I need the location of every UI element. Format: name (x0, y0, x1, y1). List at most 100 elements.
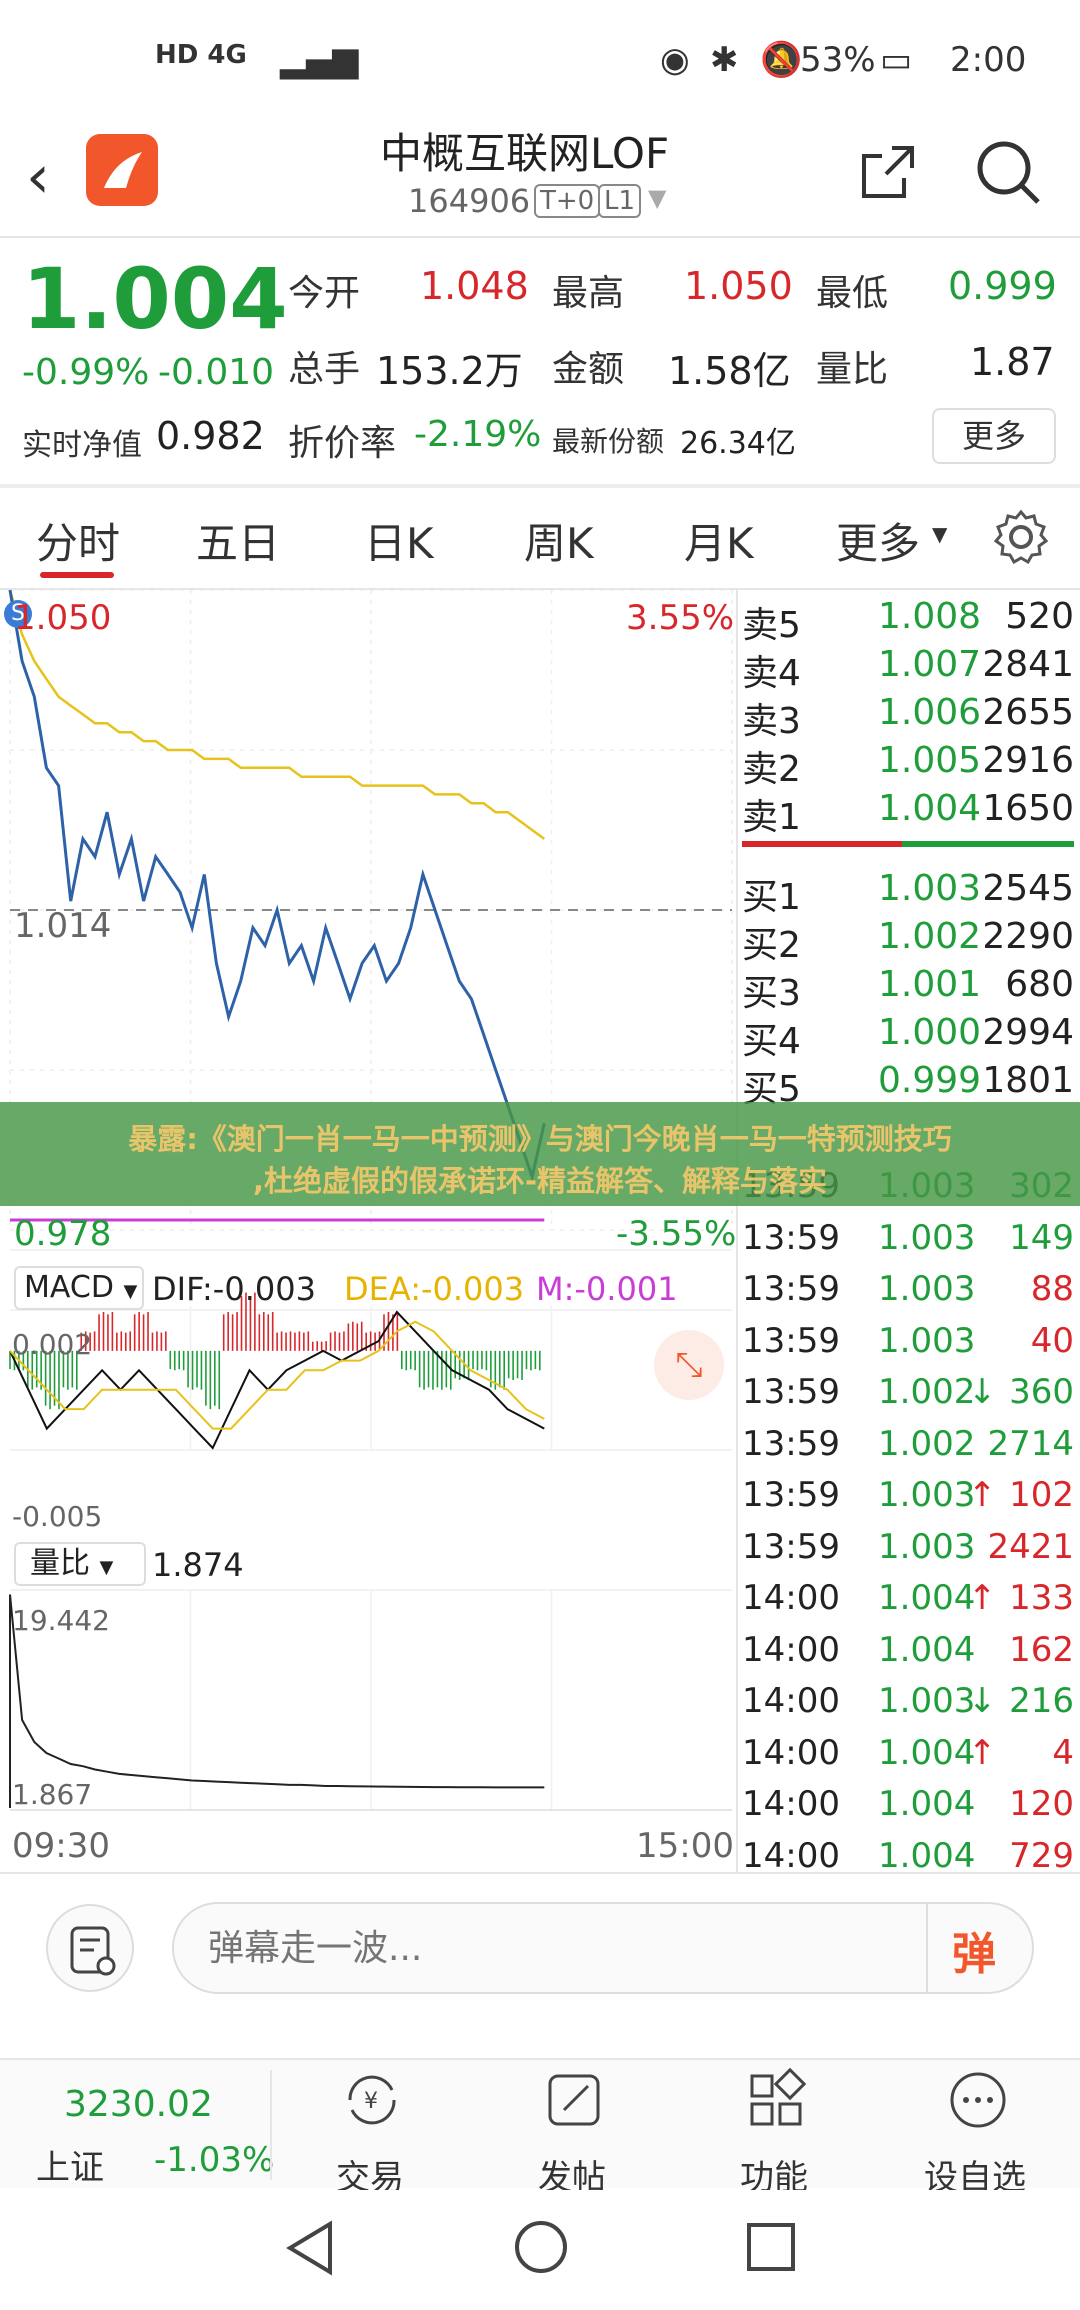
svg-text:¥: ¥ (364, 2089, 378, 2114)
chart-bottom-pct: -3.55% (616, 1214, 737, 1254)
trade-icon[interactable]: ¥ (340, 2068, 404, 2136)
price-line (8, 590, 546, 1183)
bid-price: 0.999 (878, 1060, 982, 1101)
index-value[interactable]: 3230.02 (64, 2084, 213, 2125)
tab-more[interactable]: 更多 (836, 510, 920, 571)
tick-time: 13:59 (742, 1217, 840, 1258)
l1-badge: L1 (598, 184, 642, 218)
danmu-input-box[interactable]: 弹 (172, 1902, 1034, 1994)
macd-bottom-label: -0.005 (12, 1500, 103, 1533)
network-indicator: HD 4G (155, 40, 247, 70)
macd-label: MACD (24, 1270, 114, 1305)
ask-price: 1.008 (878, 596, 982, 637)
battery-icon: ▭ (880, 40, 913, 80)
ratio-label: 量比 (816, 349, 889, 390)
up-arrow-icon: ↑ (968, 1732, 997, 1773)
tick-price: 1.004 (878, 1732, 976, 1773)
search-icon[interactable] (974, 138, 1044, 212)
tick-volume: 4 (1052, 1732, 1074, 1773)
ask-price: 1.006 (878, 692, 982, 733)
shares-label: 最新份额 (552, 425, 665, 458)
up-arrow-icon: ↑ (968, 1475, 997, 1515)
ask-bid-bar-green (902, 841, 1074, 847)
ask-label: 卖3 (742, 701, 801, 742)
title-bar: ‹ 中概互联网LOF 164906 T+0 L1 ▼ (0, 120, 1080, 236)
bid-price: 1.002 (878, 916, 982, 957)
post-icon[interactable] (542, 2068, 606, 2136)
more-button[interactable]: 更多 (932, 408, 1056, 464)
low-value: 0.999 (948, 264, 1057, 308)
ask-label: 卖1 (742, 797, 801, 838)
security-code: 164906 (408, 182, 531, 220)
recents-square-icon[interactable] (744, 2220, 798, 2278)
chevron-down-icon[interactable]: ▼ (648, 184, 666, 212)
expand-icon[interactable]: ⤡ (654, 1330, 724, 1400)
tick-volume: 729 (1009, 1835, 1074, 1876)
banner-line-1: 暴露:《澳门一肖一马一中预测》与澳门今晚肖一马一特预测技巧 (128, 1122, 952, 1156)
tick-price: 1.003 (878, 1681, 976, 1721)
tick-time: 13:59 (742, 1269, 840, 1309)
tab-active-indicator (40, 572, 114, 578)
promo-banner[interactable]: 暴露:《澳门一肖一马一中预测》与澳门今晚肖一马一特预测技巧 ,杜绝虚假的假承诺环… (0, 1102, 1080, 1206)
open-value: 1.048 (420, 264, 529, 308)
tick-volume: 360 (1009, 1372, 1074, 1412)
bid-volume: 2290 (982, 916, 1074, 957)
macd-selector[interactable]: MACD ▼ (14, 1266, 144, 1310)
home-circle-icon[interactable] (512, 2218, 570, 2280)
nav-label: 实时净值 (22, 428, 142, 463)
index-change[interactable]: -1.03% (154, 2140, 274, 2180)
tick-price: 1.003 (878, 1269, 976, 1309)
functions-icon[interactable] (744, 2067, 808, 2136)
tick-price: 1.004 (878, 1578, 976, 1618)
tab-monthly-k[interactable]: 月K (684, 510, 754, 571)
tab-intraday[interactable]: 分时 (36, 510, 120, 571)
down-arrow-icon: ↓ (968, 1372, 997, 1412)
ask-price: 1.004 (878, 788, 982, 829)
bid-label: 买3 (742, 973, 801, 1014)
eye-icon: ◉ (660, 40, 690, 80)
down-arrow-icon: ↓ (968, 1681, 997, 1721)
volume-ratio-selector[interactable]: 量比 ▼ (14, 1542, 146, 1586)
tick-time: 13:59 (742, 1372, 840, 1412)
back-triangle-icon[interactable] (282, 2218, 338, 2282)
tab-weekly-k[interactable]: 周K (524, 510, 594, 571)
discount-value: -2.19% (414, 414, 542, 455)
high-value: 1.050 (684, 264, 793, 308)
more-dots-icon[interactable] (946, 2068, 1010, 2136)
danmu-input[interactable] (208, 1922, 888, 1974)
bid-price: 1.003 (878, 868, 982, 909)
tick-volume: 102 (1009, 1475, 1074, 1515)
share-icon[interactable] (856, 140, 920, 208)
low-label: 最低 (816, 273, 889, 314)
tab-five-day[interactable]: 五日 (196, 510, 280, 571)
volume-value: 153.2万 (376, 349, 523, 393)
danmu-toggle-button[interactable]: 弹 (952, 1918, 996, 1982)
tab-more-chevron-icon[interactable]: ▼ (932, 522, 947, 546)
chart-bottom-price: 0.978 (14, 1214, 112, 1254)
ask-volume: 1650 (982, 788, 1074, 829)
bid-label: 买4 (742, 1021, 801, 1062)
tick-volume: 216 (1009, 1681, 1074, 1721)
macd-m-value: M:-0.001 (536, 1270, 678, 1308)
tick-time: 14:00 (742, 1629, 840, 1670)
comment-list-icon[interactable] (46, 1904, 134, 1992)
macd-top-label: 0.002 (12, 1328, 93, 1361)
shares-value: 26.34亿 (680, 426, 796, 461)
banner-line-2: ,杜绝虚假的假承诺环-精益解答、解释与落实 (252, 1164, 828, 1198)
tick-time: 13:59 (742, 1526, 840, 1567)
signal-icon: ▂▄▆ (280, 40, 359, 80)
status-bar: HD 4G ▂▄▆ ◉ ✱ 🔕 53% ▭ 2:00 (0, 0, 1080, 120)
index-name[interactable]: 上证 (36, 2140, 104, 2189)
tick-price: 1.004 (878, 1629, 976, 1670)
app-logo-icon (86, 134, 158, 206)
ask-volume: 520 (1005, 596, 1074, 637)
tick-volume: 40 (1030, 1320, 1074, 1361)
settings-gear-icon[interactable] (992, 508, 1050, 570)
tick-volume: 88 (1030, 1269, 1074, 1309)
back-arrow-icon[interactable]: ‹ (26, 142, 50, 212)
tick-time: 13:59 (742, 1320, 840, 1361)
tick-time: 14:00 (742, 1732, 840, 1773)
tick-time: 13:59 (742, 1423, 840, 1464)
tab-daily-k[interactable]: 日K (364, 510, 434, 571)
bid-price: 1.001 (878, 964, 982, 1005)
